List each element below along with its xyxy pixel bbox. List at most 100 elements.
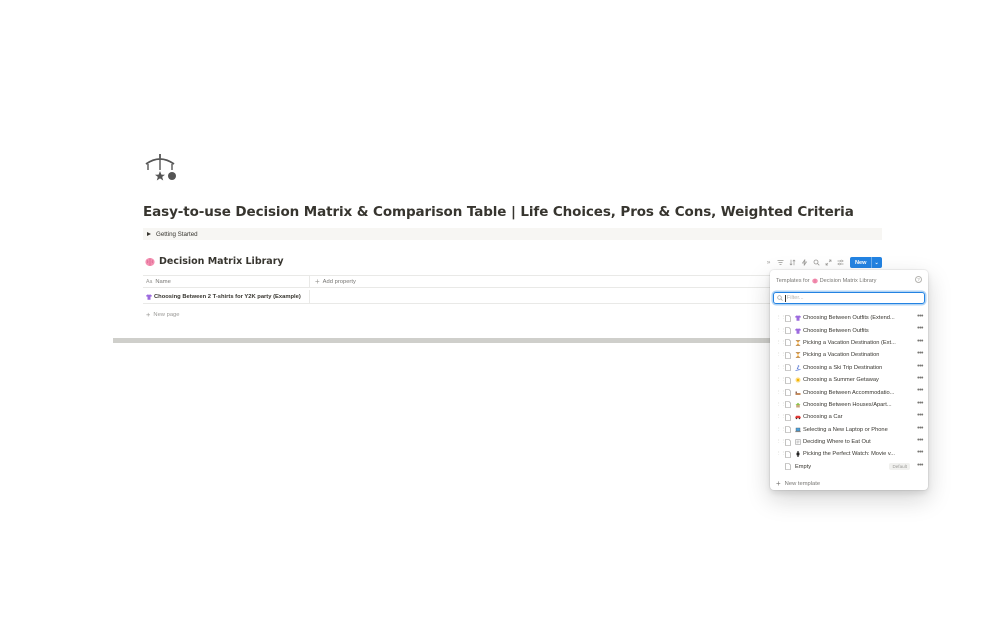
drag-handle-icon[interactable]: ⋮⋮ <box>776 315 786 321</box>
plus-icon: + <box>776 479 781 488</box>
drag-handle-icon[interactable]: ⋮⋮ <box>776 390 786 396</box>
drag-handle-icon[interactable]: ⋮⋮ <box>776 414 786 420</box>
default-badge: Default <box>889 463 910 471</box>
template-item[interactable]: ⋮⋮ Picking a Vacation Destination ••• <box>770 349 928 361</box>
hourglass-icon <box>795 352 801 359</box>
tshirt-icon <box>795 315 801 321</box>
template-filter-input[interactable] <box>773 292 925 304</box>
new-page-button[interactable]: + New page <box>146 310 180 319</box>
template-item[interactable]: ⋮⋮ Picking the Perfect Watch: Movie v...… <box>770 448 928 460</box>
more-options-icon[interactable]: ••• <box>917 375 923 382</box>
template-item[interactable]: ⋮⋮ Choosing Between Houses/Apart... ••• <box>770 399 928 411</box>
document-icon <box>785 327 791 334</box>
more-options-icon[interactable]: ••• <box>917 313 923 320</box>
more-options-icon[interactable]: ••• <box>917 338 923 345</box>
template-item[interactable]: ⋮⋮ Choosing Between Outfits (Extend... •… <box>770 312 928 324</box>
more-options-icon[interactable]: ••• <box>917 449 923 456</box>
search-icon[interactable] <box>812 258 821 267</box>
more-options-icon[interactable]: ••• <box>917 437 923 444</box>
template-item[interactable]: ⋮⋮ Choosing a Summer Getaway ••• <box>770 374 928 386</box>
document-icon <box>785 364 791 372</box>
table-cell-name[interactable]: Choosing Between 2 T-shirts for Y2K part… <box>143 290 310 303</box>
drag-handle-icon[interactable]: ⋮⋮ <box>776 340 786 346</box>
template-name: Choosing Between Houses/Apart... <box>803 401 892 408</box>
filter-icon[interactable] <box>776 258 785 267</box>
more-options-icon[interactable]: ••• <box>917 425 923 432</box>
document-icon <box>785 438 791 446</box>
automation-icon[interactable] <box>800 258 809 267</box>
watch-icon <box>796 451 800 458</box>
template-item-empty[interactable]: ⋮⋮ Empty Default ••• <box>770 461 928 473</box>
more-options-icon[interactable]: ••• <box>917 350 923 357</box>
search-icon <box>777 295 783 301</box>
template-list: ⋮⋮ Choosing Between Outfits (Extend... •… <box>770 312 928 473</box>
templates-header-prefix: Templates for <box>776 277 810 284</box>
template-name: Choosing a Summer Getaway <box>803 377 879 384</box>
template-item[interactable]: ⋮⋮ Choosing Between Outfits ••• <box>770 324 928 336</box>
add-property-button[interactable]: + Add property <box>310 276 356 287</box>
plus-icon: + <box>315 277 320 286</box>
skier-icon <box>795 364 801 371</box>
document-icon <box>785 352 791 359</box>
new-template-button[interactable]: + New template <box>776 479 820 488</box>
tshirt-icon <box>146 294 152 300</box>
template-item[interactable]: ⋮⋮ Deciding Where to Eat Out ••• <box>770 436 928 448</box>
collapse-icon[interactable]: » <box>764 258 773 267</box>
template-name: Picking a Vacation Destination <box>803 352 880 359</box>
drag-handle-icon[interactable]: ⋮⋮ <box>776 328 786 334</box>
getting-started-toggle[interactable]: Getting Started <box>143 228 882 240</box>
new-button[interactable]: New ⌄ <box>850 257 882 268</box>
plus-icon: + <box>146 310 151 319</box>
menu-card-icon <box>795 439 801 445</box>
templates-header-db: Decision Matrix Library <box>819 277 877 284</box>
drag-handle-icon[interactable]: ⋮⋮ <box>776 451 786 457</box>
database-title-text: Decision Matrix Library <box>159 256 284 267</box>
document-icon <box>785 463 791 471</box>
chevron-down-icon[interactable]: ⌄ <box>872 257 882 268</box>
template-name: Choosing Between Outfits <box>803 327 869 334</box>
drag-handle-icon[interactable]: ⋮⋮ <box>776 352 786 358</box>
document-icon <box>785 451 791 458</box>
template-item[interactable]: ⋮⋮ Choosing a Car ••• <box>770 411 928 423</box>
drag-handle-icon[interactable]: ⋮⋮ <box>776 377 786 383</box>
document-icon <box>785 339 791 347</box>
more-options-icon[interactable]: ••• <box>917 412 923 419</box>
more-options-icon[interactable]: ••• <box>917 325 923 332</box>
template-item[interactable]: ⋮⋮ Selecting a New Laptop or Phone ••• <box>770 424 928 436</box>
document-icon <box>785 314 791 322</box>
drag-handle-icon[interactable]: ⋮⋮ <box>776 427 786 433</box>
expand-icon[interactable] <box>824 258 833 267</box>
more-options-icon[interactable]: ••• <box>917 387 923 394</box>
new-button-label[interactable]: New <box>850 257 872 268</box>
template-name: Choosing Between Outfits (Extend... <box>803 315 895 322</box>
filter-field[interactable] <box>786 295 907 301</box>
horizontal-scrollbar[interactable] <box>113 338 770 343</box>
document-icon <box>785 376 791 384</box>
template-name: Choosing Between Accommodatio... <box>803 389 895 396</box>
template-name: Picking the Perfect Watch: Movie v... <box>803 451 895 458</box>
toggle-triangle-icon[interactable] <box>147 232 151 236</box>
help-icon[interactable]: ? <box>915 276 922 283</box>
sort-icon[interactable] <box>788 258 797 267</box>
database-title[interactable]: Decision Matrix Library <box>145 256 284 267</box>
more-options-icon[interactable]: ••• <box>917 400 923 407</box>
templates-popup-header: Templates for Decision Matrix Library ? <box>776 276 922 285</box>
template-item[interactable]: ⋮⋮ Choosing a Ski Trip Destination ••• <box>770 362 928 374</box>
document-icon <box>785 401 791 409</box>
table-row[interactable]: Choosing Between 2 T-shirts for Y2K part… <box>143 290 773 304</box>
column-name-header[interactable]: Aa Name <box>143 276 310 287</box>
document-icon <box>785 414 791 421</box>
add-property-label: Add property <box>322 278 356 285</box>
car-icon <box>795 416 801 420</box>
more-options-icon[interactable]: ••• <box>917 363 923 370</box>
drag-handle-icon[interactable]: ⋮⋮ <box>776 365 786 371</box>
database-toolbar: » New ⌄ <box>764 257 882 268</box>
drag-handle-icon[interactable]: ⋮⋮ <box>776 402 786 408</box>
drag-handle-icon[interactable]: ⋮⋮ <box>776 439 786 445</box>
hourglass-icon <box>795 340 801 346</box>
settings-sliders-icon[interactable] <box>836 258 845 267</box>
template-name: Choosing a Car <box>803 414 843 421</box>
more-options-icon[interactable]: ••• <box>917 462 923 469</box>
template-item[interactable]: ⋮⋮ Picking a Vacation Destination (Ext..… <box>770 337 928 349</box>
template-item[interactable]: ⋮⋮ Choosing Between Accommodatio... ••• <box>770 386 928 398</box>
